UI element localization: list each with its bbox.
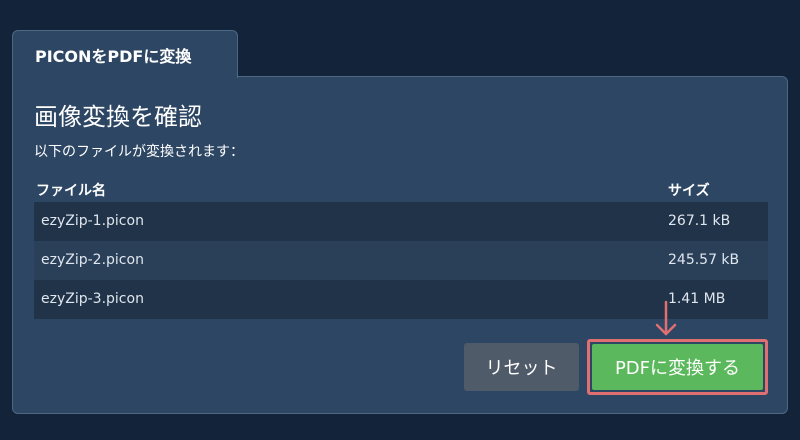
table-row: ezyZip-1.picon 267.1 kB (34, 202, 768, 241)
conversion-panel: 画像変換を確認 以下のファイルが変換されます： ファイル名 サイズ ezyZip… (12, 76, 788, 414)
reset-button[interactable]: リセット (464, 343, 579, 391)
convert-button-highlight: PDFに変換する (587, 339, 768, 395)
tab-label: PICONをPDFに変換 (35, 46, 192, 66)
column-header-filename: ファイル名 (36, 183, 106, 199)
down-arrow-icon (655, 300, 677, 336)
file-size: 267.1 kB (668, 213, 731, 229)
table-header: ファイル名 サイズ (34, 178, 768, 202)
convert-to-pdf-button[interactable]: PDFに変換する (592, 344, 763, 390)
file-name: ezyZip-2.picon (41, 252, 144, 268)
table-row: ezyZip-2.picon 245.57 kB (34, 241, 768, 280)
file-size: 245.57 kB (668, 252, 740, 268)
file-name: ezyZip-3.picon (41, 291, 144, 307)
column-header-size: サイズ (668, 183, 710, 199)
panel-title: 画像変換を確認 (34, 103, 202, 131)
tab-picon-to-pdf[interactable]: PICONをPDFに変換 (12, 30, 238, 78)
panel-subtitle: 以下のファイルが変換されます： (34, 144, 244, 160)
file-name: ezyZip-1.picon (41, 213, 144, 229)
